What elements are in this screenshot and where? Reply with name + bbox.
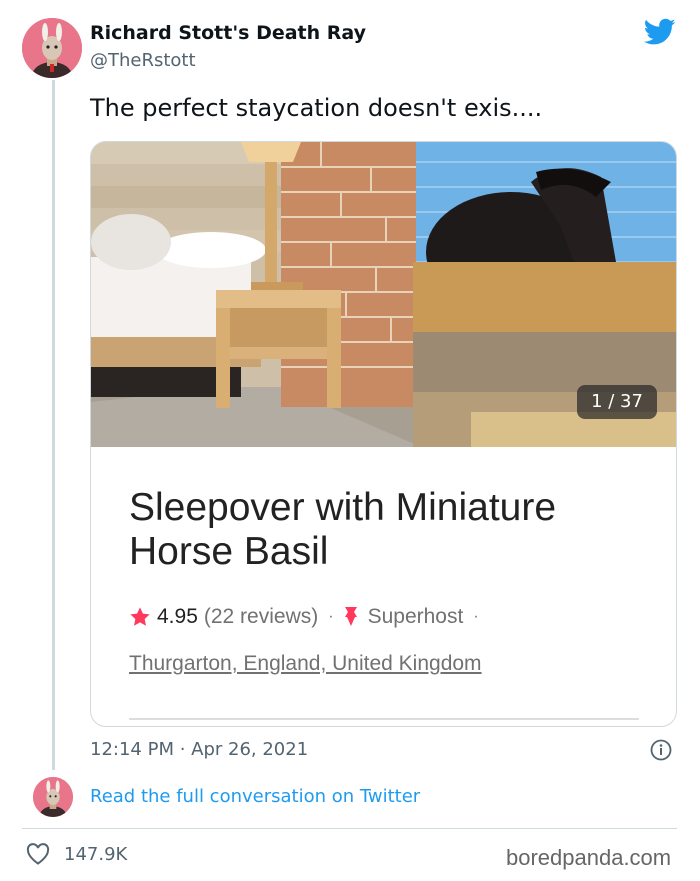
- tweet-timestamp[interactable]: 12:14 PM · Apr 26, 2021: [90, 739, 308, 760]
- read-conversation-link[interactable]: Read the full conversation on Twitter: [90, 786, 420, 807]
- listing-photo[interactable]: 1 / 37: [91, 142, 676, 447]
- superhost-label: Superhost: [367, 605, 464, 628]
- heart-icon[interactable]: [26, 843, 50, 865]
- review-count[interactable]: (22 reviews): [204, 605, 318, 629]
- watermark: boredpanda.com: [506, 845, 672, 870]
- listing-title[interactable]: Sleepover with Miniature Horse Basil: [129, 486, 649, 574]
- listing-meta: 4.95 (22 reviews) · Superhost ·: [129, 605, 489, 629]
- superhost-badge-icon: [344, 607, 357, 626]
- meta-separator: ·: [328, 608, 334, 625]
- bottom-divider: [22, 828, 677, 829]
- info-icon[interactable]: [650, 739, 672, 761]
- like-count: 147.9K: [64, 844, 128, 865]
- author-avatar[interactable]: [22, 18, 82, 78]
- twitter-bird-icon[interactable]: [643, 18, 676, 46]
- listing-location[interactable]: Thurgarton, England, United Kingdom: [129, 652, 482, 676]
- card-divider: [129, 718, 639, 720]
- star-icon: [130, 607, 150, 626]
- tweet-text: The perfect staycation doesn't exis....: [90, 94, 543, 122]
- rating-value: 4.95: [157, 605, 198, 628]
- thread-line: [52, 80, 55, 770]
- photo-counter: 1 / 37: [577, 385, 657, 419]
- listing-card[interactable]: 1 / 37 Sleepover with Miniature Horse Ba…: [90, 141, 677, 727]
- conversation-avatar[interactable]: [33, 777, 73, 817]
- meta-separator: ·: [473, 608, 479, 625]
- author-name[interactable]: Richard Stott's Death Ray: [90, 22, 366, 44]
- author-handle[interactable]: @TheRstott: [90, 50, 196, 71]
